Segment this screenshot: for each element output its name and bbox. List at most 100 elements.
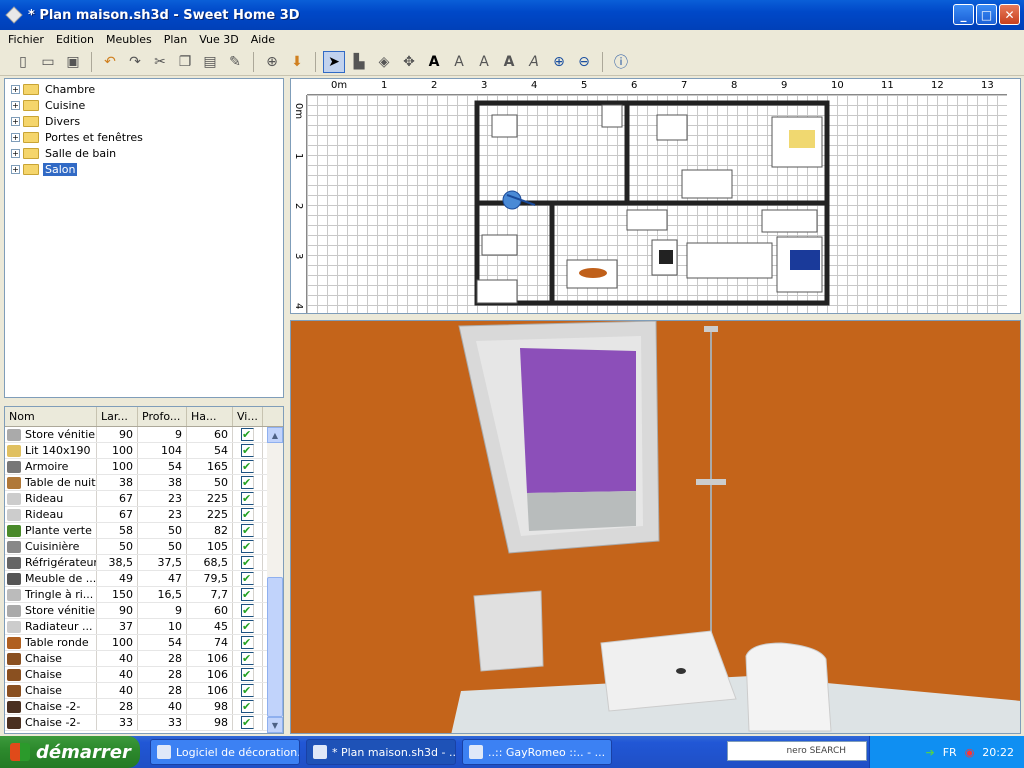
bold-icon[interactable]: A	[498, 51, 520, 73]
menu-edition[interactable]: Edition	[50, 33, 100, 46]
3d-view[interactable]	[290, 320, 1021, 734]
table-row[interactable]: Meuble de ... 49 47 79,5 ✔	[5, 571, 283, 587]
save-icon[interactable]: ▣	[62, 51, 84, 73]
italic-icon[interactable]: A	[523, 51, 545, 73]
visible-checkbox[interactable]: ✔	[241, 556, 254, 569]
visible-checkbox[interactable]: ✔	[241, 476, 254, 489]
menu-fichier[interactable]: Fichier	[2, 33, 50, 46]
visible-checkbox[interactable]: ✔	[241, 620, 254, 633]
table-row[interactable]: Radiateur ... 37 10 45 ✔	[5, 619, 283, 635]
go-arrow-icon[interactable]: ➔	[925, 746, 934, 759]
zoom-in-icon[interactable]: ⊕	[548, 51, 570, 73]
menu-vue3d[interactable]: Vue 3D	[193, 33, 244, 46]
table-row[interactable]: Chaise -2- 28 40 98 ✔	[5, 699, 283, 715]
table-row[interactable]: Lit 140x190 100 104 54 ✔	[5, 443, 283, 459]
table-row[interactable]: Store vénitien 90 9 60 ✔	[5, 603, 283, 619]
visible-checkbox[interactable]: ✔	[241, 524, 254, 537]
table-row[interactable]: Table ronde 100 54 74 ✔	[5, 635, 283, 651]
create-dimensions-icon[interactable]: ✥	[398, 51, 420, 73]
plan-grid[interactable]	[307, 95, 1007, 313]
visible-checkbox[interactable]: ✔	[241, 684, 254, 697]
menu-aide[interactable]: Aide	[245, 33, 281, 46]
tree-item-salle-de-bain[interactable]: + Salle de bain	[5, 145, 283, 161]
col-nom[interactable]: Nom	[5, 407, 97, 426]
tree-item-chambre[interactable]: + Chambre	[5, 81, 283, 97]
visible-checkbox[interactable]: ✔	[241, 444, 254, 457]
visible-checkbox[interactable]: ✔	[241, 460, 254, 473]
create-rooms-icon[interactable]: ◈	[373, 51, 395, 73]
new-file-icon[interactable]: ▯	[12, 51, 34, 73]
cell-width: 90	[97, 603, 138, 618]
col-largeur[interactable]: Lar...	[97, 407, 138, 426]
visible-checkbox[interactable]: ✔	[241, 492, 254, 505]
paste-icon[interactable]: ▤	[199, 51, 221, 73]
visible-checkbox[interactable]: ✔	[241, 508, 254, 521]
tree-item-portes-fenetres[interactable]: + Portes et fenêtres	[5, 129, 283, 145]
table-row[interactable]: Chaise 40 28 106 ✔	[5, 651, 283, 667]
menu-plan[interactable]: Plan	[158, 33, 193, 46]
table-row[interactable]: Store vénitien 90 9 60 ✔	[5, 427, 283, 443]
table-row[interactable]: Rideau 67 23 225 ✔	[5, 491, 283, 507]
table-row[interactable]: Armoire 100 54 165 ✔	[5, 459, 283, 475]
menu-meubles[interactable]: Meubles	[100, 33, 158, 46]
table-row[interactable]: Réfrigérateur 38,5 37,5 68,5 ✔	[5, 555, 283, 571]
visible-checkbox[interactable]: ✔	[241, 668, 254, 681]
visible-checkbox[interactable]: ✔	[241, 700, 254, 713]
visible-checkbox[interactable]: ✔	[241, 604, 254, 617]
tree-item-divers[interactable]: + Divers	[5, 113, 283, 129]
add-furniture-icon[interactable]: ⊕	[261, 51, 283, 73]
table-row[interactable]: Chaise 40 28 106 ✔	[5, 667, 283, 683]
tree-item-cuisine[interactable]: + Cuisine	[5, 97, 283, 113]
create-walls-icon[interactable]: ▙	[348, 51, 370, 73]
close-button[interactable]: ✕	[999, 4, 1020, 25]
network-icon[interactable]: ◉	[965, 746, 975, 759]
add-text-icon[interactable]: A	[423, 51, 445, 73]
scroll-up-arrow[interactable]: ▲	[267, 427, 283, 443]
cut-icon[interactable]: ✂	[149, 51, 171, 73]
visible-checkbox[interactable]: ✔	[241, 652, 254, 665]
text-style-2-icon[interactable]: A	[473, 51, 495, 73]
help-icon[interactable]: ⓘ	[610, 51, 632, 73]
col-hauteur[interactable]: Ha...	[187, 407, 233, 426]
minimize-button[interactable]: _	[953, 4, 974, 25]
text-style-icon[interactable]: A	[448, 51, 470, 73]
table-scrollbar[interactable]: ▲ ▼	[267, 427, 283, 733]
ruler-tick-label: 2	[293, 203, 304, 210]
tree-item-salon[interactable]: + Salon	[5, 161, 283, 177]
folder-icon	[23, 115, 39, 127]
task-plan-maison[interactable]: * Plan maison.sh3d - ...	[306, 739, 456, 765]
select-mode-icon[interactable]: ➤	[323, 50, 345, 73]
scroll-thumb[interactable]	[267, 577, 283, 717]
language-indicator[interactable]: FR	[943, 746, 957, 759]
start-button[interactable]: démarrer	[0, 736, 140, 768]
undo-icon[interactable]: ↶	[99, 51, 121, 73]
plan-view[interactable]: 0m 1 2 3 4 5 6 7 8 9 10 11 12 13 0m 1 2 3 4	[290, 78, 1021, 314]
task-gayromeo[interactable]: ..:: GayRomeo ::.. - ...	[462, 739, 612, 765]
table-row[interactable]: Chaise 40 28 106 ✔	[5, 683, 283, 699]
col-profondeur[interactable]: Profo...	[138, 407, 187, 426]
maximize-button[interactable]: □	[976, 4, 997, 25]
table-row[interactable]: Plante verte 58 50 82 ✔	[5, 523, 283, 539]
visible-checkbox[interactable]: ✔	[241, 636, 254, 649]
redo-icon[interactable]: ↷	[124, 51, 146, 73]
table-row[interactable]: Rideau 67 23 225 ✔	[5, 507, 283, 523]
copy-icon[interactable]: ❐	[174, 51, 196, 73]
visible-checkbox[interactable]: ✔	[241, 572, 254, 585]
splitter[interactable]	[4, 398, 284, 406]
table-row[interactable]: Cuisinière 50 50 105 ✔	[5, 539, 283, 555]
zoom-out-icon[interactable]: ⊖	[573, 51, 595, 73]
scroll-down-arrow[interactable]: ▼	[267, 717, 283, 733]
col-visible[interactable]: Vi...	[233, 407, 263, 426]
delete-icon[interactable]: ✎	[224, 51, 246, 73]
table-row[interactable]: Tringle à ri... 150 16,5 7,7 ✔	[5, 587, 283, 603]
table-row[interactable]: Chaise -2- 33 33 98 ✔	[5, 715, 283, 731]
visible-checkbox[interactable]: ✔	[241, 428, 254, 441]
nero-search-box[interactable]: nero SEARCH	[727, 741, 867, 761]
visible-checkbox[interactable]: ✔	[241, 540, 254, 553]
task-logiciel[interactable]: Logiciel de décoration...	[150, 739, 300, 765]
import-furniture-icon[interactable]: ⬇	[286, 51, 308, 73]
visible-checkbox[interactable]: ✔	[241, 588, 254, 601]
table-row[interactable]: Table de nuit 38 38 50 ✔	[5, 475, 283, 491]
visible-checkbox[interactable]: ✔	[241, 716, 254, 729]
open-icon[interactable]: ▭	[37, 51, 59, 73]
